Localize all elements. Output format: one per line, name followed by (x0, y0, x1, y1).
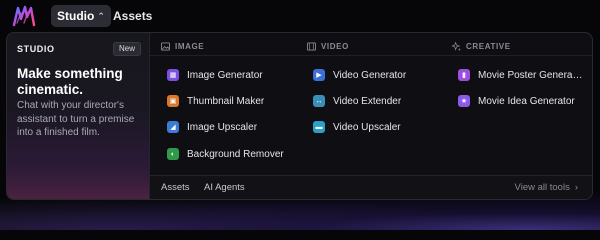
nav-studio-button[interactable]: Studio ⌃ (51, 5, 111, 27)
tool-movie-poster-generator[interactable]: ▮ Movie Poster Generator (458, 67, 583, 83)
footer-assets-link[interactable]: Assets (161, 182, 190, 193)
tool-image-generator[interactable]: ▦ Image Generator (167, 67, 263, 83)
video-column-heading: VIDEO (307, 40, 349, 52)
chevron-right-icon: › (574, 182, 578, 193)
image-heading-label: IMAGE (175, 41, 205, 51)
tool-label: Movie Poster Generator (478, 69, 583, 81)
idea-icon: ★ (458, 95, 470, 107)
tool-image-upscaler[interactable]: ◢ Image Upscaler (167, 119, 257, 135)
nav-assets-label: Assets (113, 9, 153, 23)
top-nav: Studio ⌃ Assets (0, 0, 600, 32)
creative-column-heading: CREATIVE (452, 40, 511, 52)
view-all-label: View all tools (514, 182, 570, 193)
nav-studio-label: Studio (57, 9, 95, 23)
tool-label: Video Extender (333, 95, 402, 107)
image-column-heading: IMAGE (161, 40, 204, 52)
thumbnail-icon: ▣ (167, 95, 179, 107)
tool-label: Video Generator (333, 69, 407, 81)
tool-movie-idea-generator[interactable]: ★ Movie Idea Generator (458, 93, 575, 109)
column-header-divider (150, 55, 592, 56)
tool-label: Video Upscaler (333, 121, 401, 133)
video-heading-label: VIDEO (321, 41, 349, 51)
nav-assets-link[interactable]: Assets (113, 5, 152, 27)
new-badge: New (112, 42, 141, 56)
studio-dropdown-panel: STUDIO New Make something cinematic. Cha… (6, 32, 593, 200)
extend-icon: ↔ (313, 95, 325, 107)
image-icon (161, 41, 170, 51)
background-remover-icon: ◐ (167, 148, 179, 160)
tool-video-extender[interactable]: ↔ Video Extender (313, 93, 401, 109)
tool-label: Image Generator (187, 69, 263, 81)
tool-thumbnail-maker[interactable]: ▣ Thumbnail Maker (167, 93, 264, 109)
upscale-icon: ◢ (167, 121, 179, 133)
play-icon: ▶ (313, 69, 325, 81)
film-icon (307, 41, 316, 51)
video-upscale-icon: ▬ (313, 121, 325, 133)
studio-headline: Make something cinematic. (17, 66, 123, 97)
chevron-up-icon: ⌃ (97, 10, 105, 21)
sparkle-icon (452, 41, 461, 51)
image-generator-icon: ▦ (167, 69, 179, 81)
studio-eyebrow: STUDIO (17, 44, 55, 54)
studio-description: Chat with your director's assistant to t… (17, 100, 135, 138)
tool-label: Movie Idea Generator (478, 95, 575, 107)
poster-icon: ▮ (458, 69, 470, 81)
tool-label: Thumbnail Maker (187, 95, 265, 107)
tool-label: Background Remover (187, 148, 284, 160)
creative-heading-label: CREATIVE (466, 41, 511, 51)
view-all-tools-link[interactable]: View all tools › (515, 182, 578, 193)
tool-background-remover[interactable]: ◐ Background Remover (167, 146, 284, 162)
tool-video-generator[interactable]: ▶ Video Generator (313, 67, 406, 83)
tool-video-upscaler[interactable]: ▬ Video Upscaler (313, 119, 401, 135)
tool-label: Image Upscaler (187, 121, 258, 133)
logo-icon[interactable] (12, 5, 36, 27)
studio-card[interactable]: STUDIO New Make something cinematic. Cha… (7, 33, 150, 199)
footer-ai-agents-link[interactable]: AI Agents (204, 182, 245, 193)
